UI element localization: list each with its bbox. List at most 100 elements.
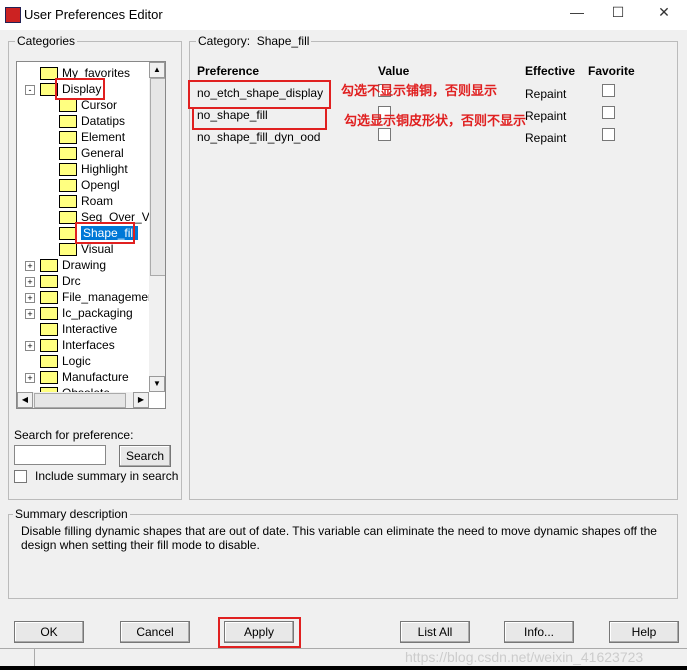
tree-item-label: General (81, 146, 124, 160)
tree-item-label: Datatips (81, 114, 126, 128)
tree-item-label: Roam (81, 194, 114, 208)
info-button[interactable]: Info... (504, 621, 574, 643)
category-name: Shape_fill (256, 34, 310, 48)
pref-effective: Repaint (525, 109, 567, 123)
tree-item-ic_packaging[interactable]: Ic_packaging (40, 305, 133, 321)
tree-item-drawing[interactable]: Drawing (40, 257, 106, 273)
tree-horizontal-scrollbar[interactable]: ◀ ▶ (17, 392, 149, 408)
annotation-2: 勾选显示铜皮形状，否则不显示 (344, 113, 527, 128)
close-button[interactable]: ✕ (649, 4, 679, 24)
scroll-left-button[interactable]: ◀ (17, 392, 33, 408)
tree-item-interfaces[interactable]: Interfaces (40, 337, 115, 353)
tree-item-element[interactable]: Element (59, 129, 125, 145)
search-input[interactable] (14, 445, 106, 465)
highlight-box-display (55, 78, 105, 100)
tree-item-label: File_management (62, 290, 159, 304)
scroll-thumb[interactable] (150, 78, 165, 276)
pref-effective: Repaint (525, 131, 567, 145)
tree-item-datatips[interactable]: Datatips (59, 113, 125, 129)
folder-icon (40, 307, 58, 321)
tree-item-opengl[interactable]: Opengl (59, 177, 120, 193)
title-bar: User Preferences Editor — ☐ ✕ (0, 0, 687, 30)
app-icon (5, 7, 21, 23)
tree-item-manufacture[interactable]: Manufacture (40, 369, 129, 385)
header-value: Value (378, 64, 410, 78)
highlight-box-pref-2 (192, 107, 327, 130)
pref-effective: Repaint (525, 87, 567, 101)
header-favorite: Favorite (588, 64, 635, 78)
folder-icon (40, 355, 58, 369)
highlight-box-shape-fill (75, 222, 135, 244)
tree-item-label: Ic_packaging (62, 306, 133, 320)
pref-value-checkbox[interactable] (378, 128, 391, 141)
list-all-button[interactable]: List All (400, 621, 470, 643)
expand-icon[interactable]: + (25, 341, 35, 351)
scroll-right-button[interactable]: ▶ (133, 392, 149, 408)
expand-icon[interactable]: + (25, 293, 35, 303)
pref-favorite-checkbox[interactable] (602, 106, 615, 119)
tree-item-file_management[interactable]: File_management (40, 289, 158, 305)
watermark: https://blog.csdn.net/weixin_41623723 (405, 649, 644, 665)
expand-icon[interactable]: + (25, 373, 35, 383)
tree-item-label: Drc (62, 274, 81, 288)
tree-item-drc[interactable]: Drc (40, 273, 81, 289)
tree-item-label: Interactive (62, 322, 118, 336)
scroll-down-button[interactable]: ▼ (149, 376, 165, 392)
folder-icon (40, 275, 58, 289)
tree-item-logic[interactable]: Logic (40, 353, 91, 369)
pref-favorite-checkbox[interactable] (602, 84, 615, 97)
summary-text: Disable filling dynamic shapes that are … (21, 524, 657, 552)
tree-item-label: Drawing (62, 258, 107, 272)
maximize-button[interactable]: ☐ (603, 4, 633, 24)
header-preference: Preference (197, 64, 260, 78)
tree-vertical-scrollbar[interactable]: ▲ ▼ (149, 62, 165, 392)
scroll-up-button[interactable]: ▲ (149, 62, 165, 78)
summary-label: Summary description (13, 507, 130, 521)
header-effective: Effective (525, 64, 576, 78)
tree-item-label: Element (81, 130, 126, 144)
tree-item-highlight[interactable]: Highlight (59, 161, 128, 177)
ok-button[interactable]: OK (14, 621, 84, 643)
pref-favorite-checkbox[interactable] (602, 128, 615, 141)
folder-icon (59, 115, 77, 129)
search-button[interactable]: Search (119, 445, 171, 467)
category-label: Category: (198, 34, 251, 48)
folder-icon (40, 291, 58, 305)
cancel-button[interactable]: Cancel (120, 621, 190, 643)
folder-icon (59, 243, 77, 257)
bottom-edge (0, 666, 687, 670)
window-title: User Preferences Editor (24, 7, 163, 22)
tree-item-label: Manufacture (62, 370, 129, 384)
include-summary-checkbox[interactable] (14, 470, 27, 483)
tree-item-interactive[interactable]: Interactive (40, 321, 117, 337)
folder-icon (59, 99, 77, 113)
search-label: Search for preference: (14, 428, 134, 442)
category-heading: Category: Shape_fill (196, 34, 312, 48)
folder-icon (40, 323, 58, 337)
tree-item-label: Highlight (81, 162, 128, 176)
status-divider (34, 649, 35, 667)
folder-icon (40, 371, 58, 385)
tree-item-general[interactable]: General (59, 145, 124, 161)
tree-item-roam[interactable]: Roam (59, 193, 113, 209)
tree-item-label: Opengl (81, 178, 120, 192)
tree-item-label: Cursor (81, 98, 118, 112)
folder-icon (59, 131, 77, 145)
categories-label: Categories (15, 34, 78, 48)
status-bar: https://blog.csdn.net/weixin_41623723 (0, 648, 687, 667)
help-button[interactable]: Help (609, 621, 679, 643)
include-summary-label: Include summary in search (35, 469, 179, 483)
pref-name: no_shape_fill_dyn_ood (197, 130, 321, 144)
expand-icon[interactable]: + (25, 261, 35, 271)
folder-icon (59, 195, 77, 209)
highlight-box-pref-1 (188, 80, 331, 109)
expand-icon[interactable]: + (25, 309, 35, 319)
folder-icon (59, 147, 77, 161)
tree-item-label: Interfaces (62, 338, 115, 352)
collapse-icon[interactable]: - (25, 85, 35, 95)
highlight-box-apply (218, 617, 301, 648)
folder-icon (59, 163, 77, 177)
minimize-button[interactable]: — (562, 4, 592, 24)
expand-icon[interactable]: + (25, 277, 35, 287)
hscroll-thumb[interactable] (34, 393, 126, 408)
